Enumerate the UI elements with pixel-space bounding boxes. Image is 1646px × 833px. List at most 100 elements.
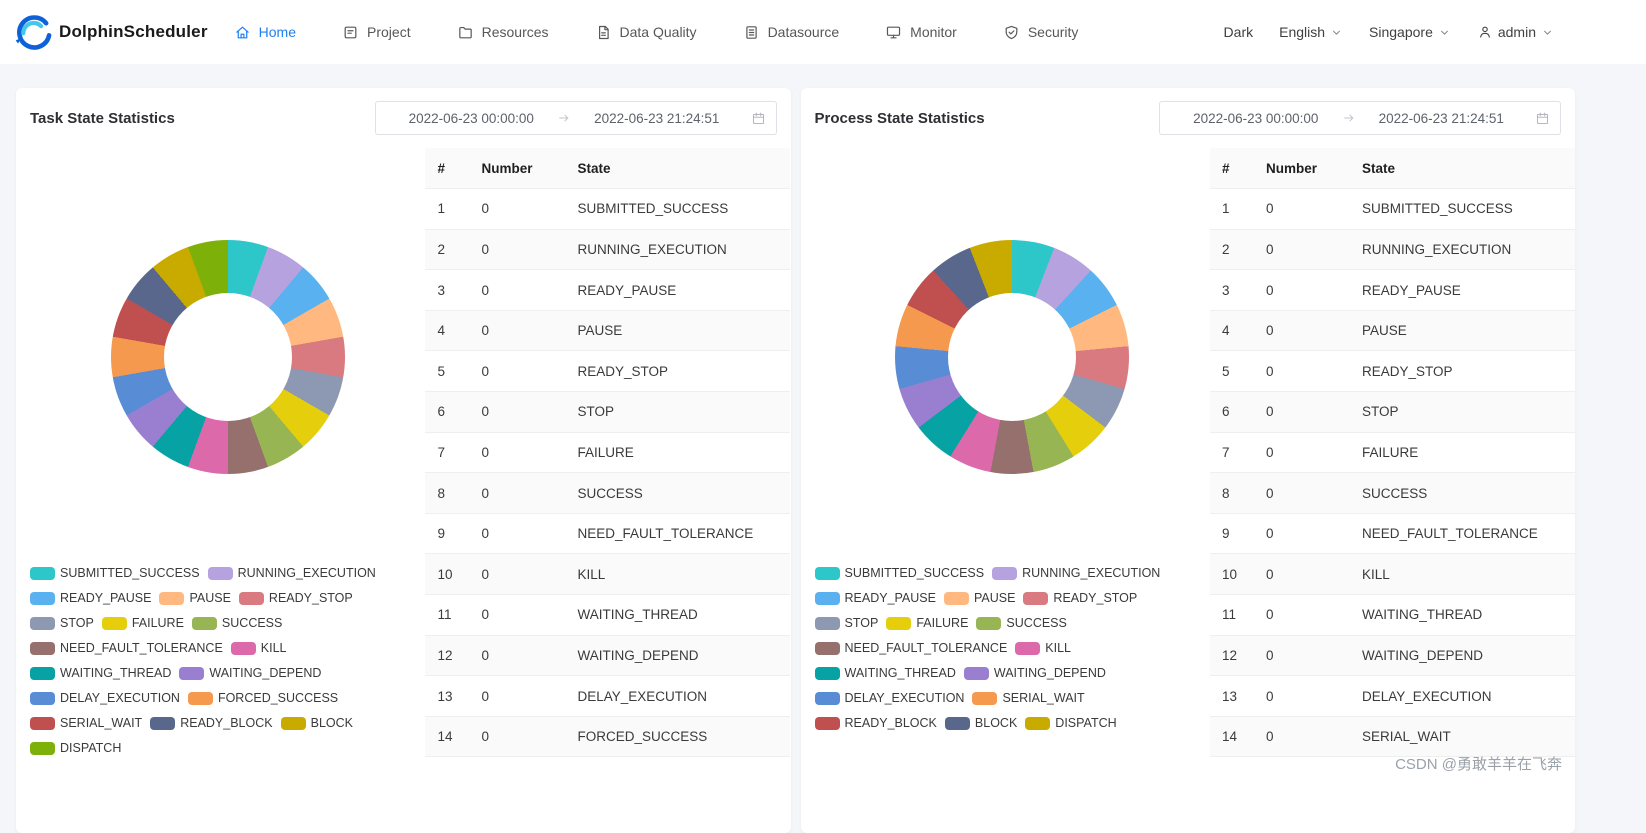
nav-item-security[interactable]: Security [1003,24,1079,41]
state-cell: NEED_FAULT_TOLERANCE [1350,513,1575,554]
date-start-input[interactable]: 2022-06-23 00:00:00 [386,111,558,126]
legend-item-kill[interactable]: KILL [231,641,287,655]
table-row: 20RUNNING_EXECUTION [1210,229,1575,270]
legend-label: SUCCESS [222,616,282,630]
number-cell: 0 [1254,392,1350,433]
row-index-cell: 1 [425,189,469,230]
state-cell: SERIAL_WAIT [1350,716,1575,757]
donut-chart[interactable] [895,240,1129,474]
nav-item-project[interactable]: Project [342,24,411,41]
number-cell: 0 [1254,351,1350,392]
legend-label: FAILURE [132,616,184,630]
nav-item-data-quality[interactable]: Data Quality [595,24,697,41]
state-cell: READY_PAUSE [1350,270,1575,311]
app-logo[interactable]: DolphinScheduler [12,12,208,52]
legend-item-waiting_depend[interactable]: WAITING_DEPEND [964,666,1106,680]
table-row: 110WAITING_THREAD [425,595,790,636]
table-row: 40PAUSE [1210,310,1575,351]
legend-item-block[interactable]: BLOCK [945,716,1017,730]
state-cell: READY_STOP [1350,351,1575,392]
legend-swatch [1025,717,1050,730]
legend-label: READY_STOP [269,591,353,605]
legend-item-dispatch[interactable]: DISPATCH [1025,716,1116,730]
legend-swatch [208,567,233,580]
legend-item-kill[interactable]: KILL [1015,641,1071,655]
legend-label: READY_STOP [1053,591,1137,605]
legend-item-pause[interactable]: PAUSE [159,591,230,605]
theme-toggle-button[interactable]: Dark [1224,24,1254,40]
legend-item-stop[interactable]: STOP [30,616,94,630]
legend-item-forced_success[interactable]: FORCED_SUCCESS [188,691,338,705]
date-range-picker[interactable]: 2022-06-23 00:00:00 2022-06-23 21:24:51 [1159,101,1561,135]
nav-item-label: Monitor [910,24,957,40]
table-row: 140SERIAL_WAIT [1210,716,1575,757]
nav-item-datasource[interactable]: Datasource [743,24,840,41]
nav-item-label: Home [259,24,296,40]
row-index-cell: 8 [1210,473,1254,514]
dolphin-logo-icon [12,12,52,52]
nav-item-home[interactable]: Home [234,24,296,41]
donut-chart[interactable] [111,240,345,474]
language-label: English [1279,24,1325,40]
table-body: 10SUBMITTED_SUCCESS20RUNNING_EXECUTION30… [1210,189,1575,757]
arrow-right-icon [1342,111,1356,125]
legend-item-stop[interactable]: STOP [815,616,879,630]
language-dropdown[interactable]: English [1279,24,1343,40]
legend-item-submitted_success[interactable]: SUBMITTED_SUCCESS [815,566,985,580]
timezone-label: Singapore [1369,24,1433,40]
legend-item-waiting_thread[interactable]: WAITING_THREAD [30,666,171,680]
state-cell: WAITING_DEPEND [1350,635,1575,676]
date-end-input[interactable]: 2022-06-23 21:24:51 [571,111,743,126]
chart-area [30,148,425,566]
legend-item-ready_pause[interactable]: READY_PAUSE [30,591,151,605]
card-body: SUBMITTED_SUCCESS RUNNING_EXECUTION READY_… [801,148,1576,773]
legend-label: READY_BLOCK [180,716,272,730]
legend-item-pause[interactable]: PAUSE [944,591,1015,605]
date-end-input[interactable]: 2022-06-23 21:24:51 [1356,111,1528,126]
top-navbar: DolphinScheduler Home Project Resources Dat… [0,0,1646,64]
legend-item-dispatch[interactable]: DISPATCH [30,741,121,755]
legend-item-waiting_depend[interactable]: WAITING_DEPEND [179,666,321,680]
user-menu[interactable]: admin [1477,24,1554,40]
date-range-picker[interactable]: 2022-06-23 00:00:00 2022-06-23 21:24:51 [375,101,777,135]
legend-item-delay_execution[interactable]: DELAY_EXECUTION [815,691,965,705]
legend-item-failure[interactable]: FAILURE [886,616,968,630]
legend-label: PAUSE [189,591,230,605]
state-cell: NEED_FAULT_TOLERANCE [565,513,790,554]
legend-item-ready_stop[interactable]: READY_STOP [1023,591,1137,605]
timezone-dropdown[interactable]: Singapore [1369,24,1451,40]
legend-item-running_execution[interactable]: RUNNING_EXECUTION [992,566,1160,580]
chart-legend: SUBMITTED_SUCCESS RUNNING_EXECUTION READY_… [30,566,425,755]
legend-item-block[interactable]: BLOCK [281,716,353,730]
legend-item-ready_block[interactable]: READY_BLOCK [815,716,937,730]
legend-item-need_fault_tolerance[interactable]: NEED_FAULT_TOLERANCE [815,641,1008,655]
state-cell: FORCED_SUCCESS [565,716,790,757]
legend-label: DISPATCH [60,741,121,755]
row-index-cell: 13 [425,676,469,717]
table-row: 100KILL [1210,554,1575,595]
legend-item-waiting_thread[interactable]: WAITING_THREAD [815,666,956,680]
legend-label: STOP [60,616,94,630]
card-header: Task State Statistics 2022-06-23 00:00:0… [16,88,791,148]
legend-item-submitted_success[interactable]: SUBMITTED_SUCCESS [30,566,200,580]
state-cell: WAITING_THREAD [565,595,790,636]
legend-item-serial_wait[interactable]: SERIAL_WAIT [30,716,142,730]
nav-item-resources[interactable]: Resources [457,24,549,41]
nav-item-monitor[interactable]: Monitor [885,24,957,41]
legend-item-ready_pause[interactable]: READY_PAUSE [815,591,936,605]
legend-item-serial_wait[interactable]: SERIAL_WAIT [972,691,1084,705]
legend-item-success[interactable]: SUCCESS [192,616,282,630]
card-body: SUBMITTED_SUCCESS RUNNING_EXECUTION READY_… [16,148,791,773]
legend-swatch [30,592,55,605]
panel-title: Task State Statistics [30,110,175,127]
legend-item-running_execution[interactable]: RUNNING_EXECUTION [208,566,376,580]
number-cell: 0 [469,229,565,270]
legend-item-ready_block[interactable]: READY_BLOCK [150,716,272,730]
legend-item-failure[interactable]: FAILURE [102,616,184,630]
legend-label: NEED_FAULT_TOLERANCE [60,641,223,655]
legend-item-need_fault_tolerance[interactable]: NEED_FAULT_TOLERANCE [30,641,223,655]
legend-item-success[interactable]: SUCCESS [976,616,1066,630]
legend-item-ready_stop[interactable]: READY_STOP [239,591,353,605]
date-start-input[interactable]: 2022-06-23 00:00:00 [1170,111,1342,126]
legend-item-delay_execution[interactable]: DELAY_EXECUTION [30,691,180,705]
